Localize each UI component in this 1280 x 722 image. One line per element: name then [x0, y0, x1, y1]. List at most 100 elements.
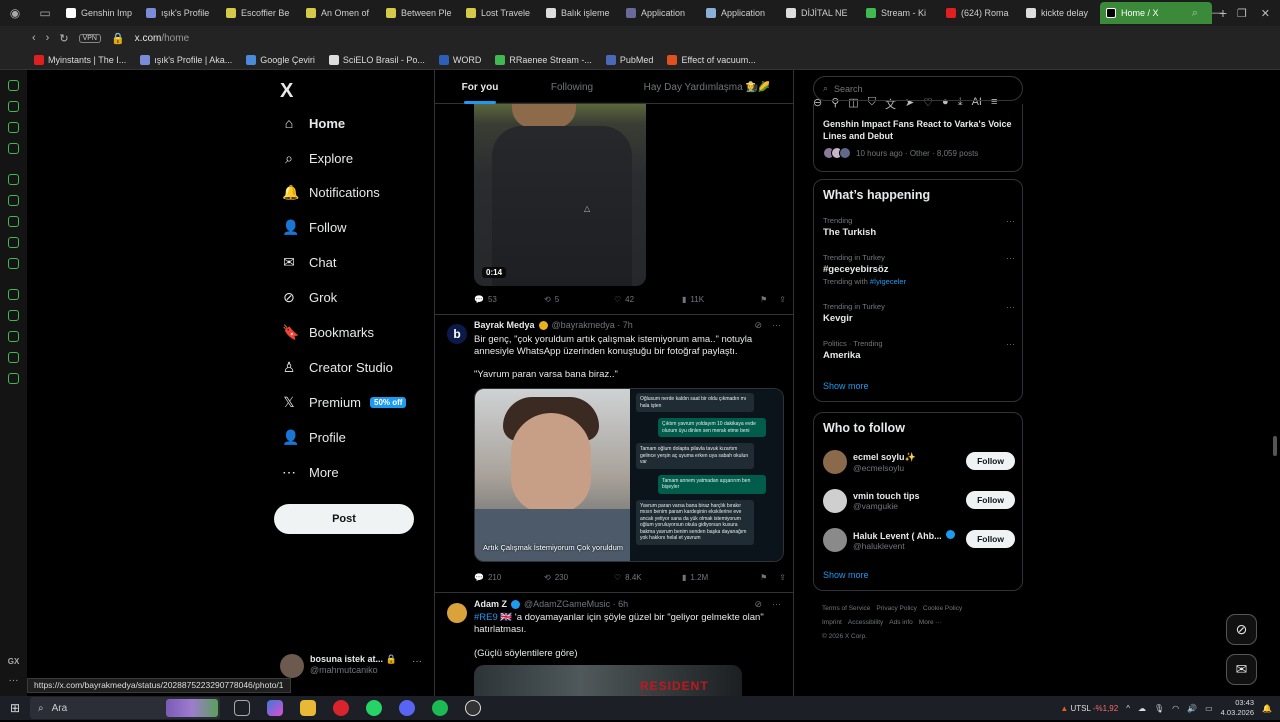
browser-tab[interactable]: An Omen of — [300, 2, 378, 24]
reply-button[interactable]: 💬 53 — [474, 295, 544, 304]
author-handle[interactable]: @bayrakmedya · 7h — [552, 320, 633, 330]
bookmark-icon[interactable]: ⚑ — [760, 573, 767, 582]
sidebar-icon[interactable] — [8, 143, 19, 154]
sidebar-icon[interactable] — [8, 80, 19, 91]
opera-menu-icon[interactable]: ◉ — [0, 0, 30, 26]
browser-tab[interactable]: Escoffier Be — [220, 2, 298, 24]
nav-item-explore[interactable]: ⌕ Explore — [282, 150, 353, 167]
tweet-video[interactable]: △ 0:14 — [474, 102, 646, 286]
footer-link[interactable]: Terms of Service — [822, 605, 870, 612]
reply-button[interactable]: 💬 210 — [474, 573, 544, 582]
browser-tab[interactable]: Stream - Ki — [860, 2, 938, 24]
browser-tab[interactable]: Between Ple — [380, 2, 458, 24]
taskbar-search-input[interactable]: ⌕ Ara — [30, 697, 220, 719]
close-window-button[interactable]: ✕ — [1261, 7, 1270, 20]
battery-icon[interactable]: ▭ — [1205, 704, 1213, 713]
avatar[interactable]: b — [447, 324, 467, 344]
avatar[interactable] — [447, 603, 467, 623]
post-button[interactable]: Post — [274, 504, 414, 534]
forward-icon[interactable]: › — [46, 32, 50, 44]
follow-button[interactable]: Follow — [966, 491, 1015, 509]
task-view-icon[interactable] — [234, 700, 250, 716]
search-tabs-icon[interactable]: ⌕ — [1192, 7, 1198, 20]
nav-item-home[interactable]: ⌂ Home — [282, 115, 345, 131]
more-icon[interactable]: ··· — [412, 656, 422, 667]
nav-item-notifications[interactable]: 🔔 Notifications — [282, 184, 380, 201]
footer-link[interactable]: Ads info — [889, 619, 913, 626]
browser-tab[interactable]: Application — [700, 2, 778, 24]
repost-button[interactable]: ⟲ 5 — [544, 295, 614, 304]
cloud-icon[interactable]: ☁ — [1138, 704, 1146, 713]
pin-icon[interactable] — [8, 310, 19, 321]
chatgpt-icon[interactable] — [465, 700, 481, 716]
volume-icon[interactable]: 🔊 — [1187, 704, 1197, 713]
author-name[interactable]: Adam Z — [474, 599, 507, 609]
browser-tab[interactable]: Genshin Imp — [60, 2, 138, 24]
discord-icon[interactable] — [8, 258, 19, 269]
sidebar-icon[interactable] — [8, 101, 19, 112]
trend-item[interactable]: Politics · Trending Amerika ··· — [823, 339, 1015, 361]
like-button[interactable]: ♡ 8.4K — [614, 573, 682, 582]
avatar[interactable] — [823, 450, 847, 474]
more-icon[interactable]: ··· — [1006, 253, 1015, 263]
instagram-icon[interactable] — [8, 216, 19, 227]
news-card[interactable]: Genshin Impact Fans React to Varka's Voi… — [813, 104, 1023, 172]
avatar[interactable] — [823, 489, 847, 513]
whatsapp-icon[interactable] — [8, 195, 19, 206]
like-button[interactable]: ♡ 42 — [614, 295, 682, 304]
more-icon[interactable]: ··· — [1006, 339, 1015, 349]
views-button[interactable]: ▮ 11K — [682, 295, 754, 304]
mic-icon[interactable]: 🎙 — [1154, 704, 1164, 713]
nav-item-chat[interactable]: ✉ Chat — [282, 254, 336, 271]
grok-fab-button[interactable]: ⊘ — [1226, 614, 1257, 645]
tweet[interactable]: b Bayrak Medya @bayrakmedya · 7h ⊘ ··· B… — [435, 320, 793, 590]
tab-hay-day[interactable]: Hay Day Yardımlaşma 👩‍🌾🌽 — [619, 70, 793, 104]
tab-menu-icon[interactable]: ▭ — [30, 0, 60, 26]
footer-link[interactable]: Accessibility — [848, 619, 883, 626]
bookmark-item[interactable]: RRaenee Stream -... — [495, 54, 592, 65]
browser-tab[interactable]: (624) Roma — [940, 2, 1018, 24]
tweet-video-thumbnail[interactable]: RESIDENT EVIL — [474, 665, 742, 696]
trend-item[interactable]: Trending in Turkey #geceyebirsöz ··· Trendi… — [823, 253, 1015, 286]
more-icon[interactable]: ··· — [772, 320, 781, 331]
nav-item-bookmarks[interactable]: 🔖 Bookmarks — [282, 324, 374, 341]
nav-item-creator-studio[interactable]: ♙ Creator Studio — [282, 359, 393, 376]
reload-icon[interactable]: ↻ — [59, 32, 68, 45]
repost-button[interactable]: ⟲ 230 — [544, 573, 614, 582]
follow-button[interactable]: Follow — [966, 530, 1015, 548]
tab-for-you[interactable]: For you — [435, 70, 525, 104]
nav-item-premium[interactable]: 𝕏 Premium 50% off — [282, 394, 407, 411]
tweet-image[interactable]: Artık Çalışmak İstemiyorum Çok yoruldum … — [474, 388, 784, 562]
avatar[interactable] — [823, 528, 847, 552]
footer-link[interactable]: More ··· — [919, 619, 942, 626]
follow-suggestion[interactable]: vmin touch tips @vamgukie Follow — [823, 487, 1015, 515]
footer-link[interactable]: Cookie Policy — [923, 605, 962, 612]
trend-item[interactable]: Trending in Turkey Kevgir ··· — [823, 302, 1015, 324]
bookmark-item[interactable]: SciELO Brasil - Po... — [328, 54, 425, 65]
grok-icon[interactable]: ⊘ — [754, 320, 762, 331]
tab-following[interactable]: Following — [525, 70, 619, 104]
bookmark-item[interactable]: Google Çeviri — [246, 54, 315, 65]
footer-link[interactable]: Imprint — [822, 619, 842, 626]
author-handle[interactable]: @AdamZGameMusic · 6h — [524, 599, 628, 609]
scrollbar[interactable] — [1273, 436, 1277, 456]
footer-link[interactable]: Privacy Policy — [876, 605, 916, 612]
follow-suggestion[interactable]: Haluk Levent ( Ahb... @haluklevent Follow — [823, 526, 1015, 554]
x-logo-icon[interactable]: X — [280, 80, 293, 103]
show-more-link[interactable]: Show more — [823, 381, 869, 391]
back-icon[interactable]: ‹ — [32, 32, 36, 44]
views-button[interactable]: ▮ 1.2M — [682, 573, 754, 582]
browser-tab[interactable]: kickte delay — [1020, 2, 1098, 24]
url-field[interactable]: x.com/home — [135, 33, 189, 44]
history-icon[interactable] — [8, 331, 19, 342]
bookmark-item[interactable]: Myinstants | The I... — [34, 54, 126, 65]
player-icon[interactable] — [8, 289, 19, 300]
tweet[interactable]: Adam Z @AdamZGameMusic · 6h ⊘ ··· #RE9 🇬… — [435, 599, 793, 696]
browser-tab[interactable]: Balık işleme — [540, 2, 618, 24]
whatsapp-icon[interactable] — [366, 700, 382, 716]
maximize-button[interactable]: ❐ — [1237, 7, 1247, 20]
browser-tab[interactable]: Application — [620, 2, 698, 24]
stock-widget[interactable]: ▲ UTSL -%1,92 — [1060, 704, 1118, 713]
more-icon[interactable]: ··· — [772, 599, 781, 610]
bookmark-icon[interactable]: ⚑ — [760, 295, 767, 304]
